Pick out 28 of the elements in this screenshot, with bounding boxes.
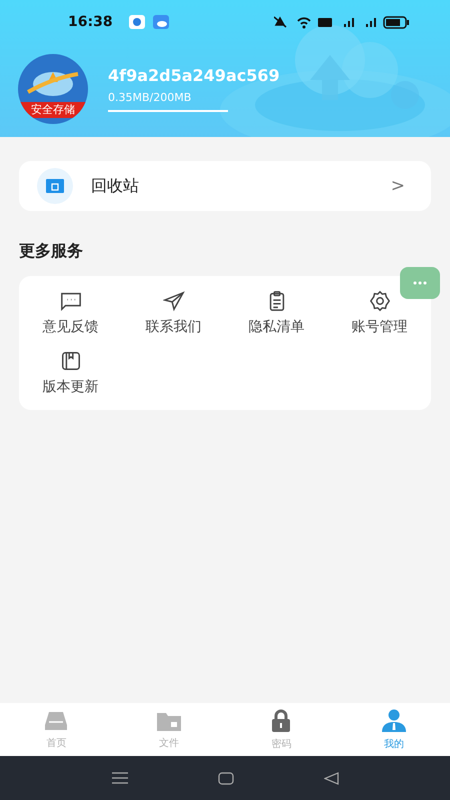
service-item[interactable]: 意见反馈 bbox=[42, 318, 98, 336]
avatar-badge: 安全存储 bbox=[18, 102, 88, 118]
back-icon[interactable] bbox=[324, 772, 338, 784]
user-icon bbox=[380, 708, 407, 732]
chevron: > bbox=[390, 176, 405, 196]
section-title: 更多服务 bbox=[19, 241, 84, 262]
storage-usage: 0.35MB/200MB bbox=[108, 91, 192, 104]
service-item[interactable]: 联系我们 bbox=[146, 318, 202, 336]
recycle-bin-card[interactable]: 回收站 > bbox=[19, 161, 431, 211]
service-item[interactable]: 隐私清单 bbox=[248, 318, 304, 336]
service-item[interactable]: 版本更新 bbox=[42, 378, 98, 396]
menu-icon[interactable] bbox=[112, 772, 128, 784]
message-icon bbox=[60, 290, 82, 312]
cloud-logo-icon bbox=[27, 70, 79, 96]
weather-notification-icon bbox=[152, 15, 169, 29]
recycle-bin-label: 回收站 bbox=[91, 176, 140, 196]
app-notification-icon bbox=[128, 15, 145, 29]
user-id: 4f9a2d5a249ac569 bbox=[108, 66, 280, 85]
status-time: 16:38 bbox=[68, 14, 113, 30]
padlock-icon bbox=[270, 708, 292, 732]
more-icon bbox=[413, 281, 427, 285]
trash-icon bbox=[46, 179, 64, 193]
service-item[interactable]: 账号管理 bbox=[352, 318, 408, 336]
settings-icon bbox=[368, 290, 390, 312]
home-icon[interactable] bbox=[218, 772, 234, 784]
paper-plane-icon bbox=[162, 290, 184, 312]
drive-icon bbox=[44, 710, 68, 732]
package-icon bbox=[60, 350, 82, 372]
